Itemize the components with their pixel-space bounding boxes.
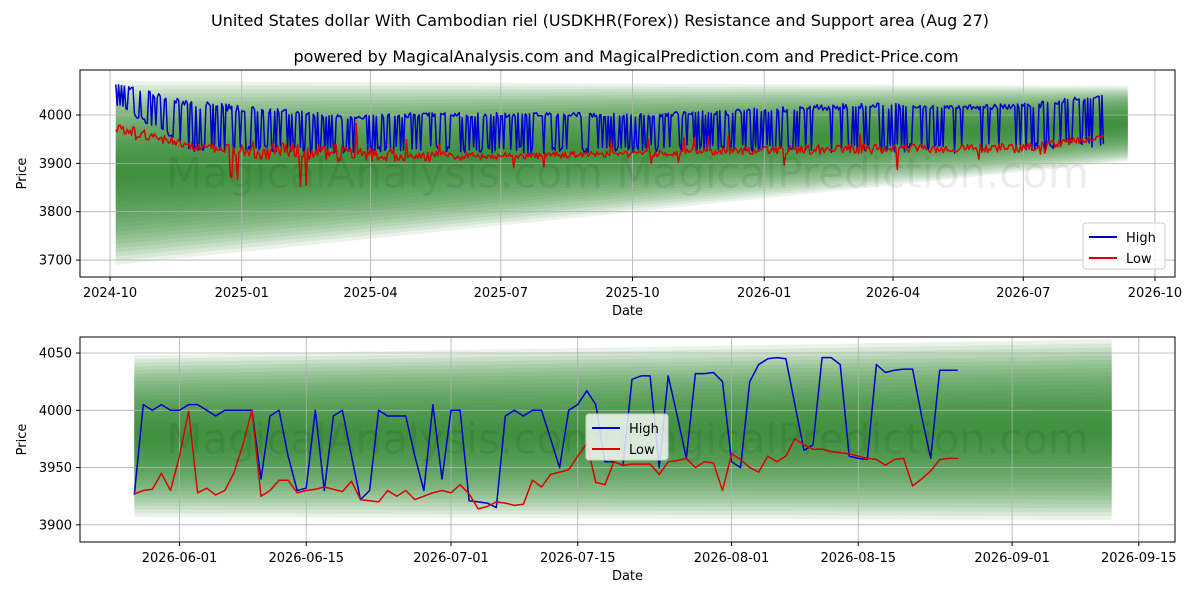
x-tick-label: 2026-07-15 xyxy=(540,551,616,566)
x-tick-label: 2026-06-01 xyxy=(142,551,218,566)
x-tick-label: 2025-04 xyxy=(343,286,397,301)
x-tick-label: 2025-01 xyxy=(215,286,269,301)
legend-box xyxy=(1082,222,1166,270)
x-axis-label: Date xyxy=(612,569,643,584)
x-tick-label: 2026-04 xyxy=(866,286,920,301)
y-tick-label: 3900 xyxy=(39,157,72,172)
x-tick-label: 2026-08-15 xyxy=(820,551,896,566)
x-tick-label: 2026-07 xyxy=(996,286,1050,301)
legend: High Low xyxy=(585,413,669,461)
x-tick-label: 2026-10 xyxy=(1128,286,1182,301)
y-tick-label: 4000 xyxy=(39,404,72,419)
y-tick-label: 3950 xyxy=(39,461,72,476)
x-tick-label: 2026-09-01 xyxy=(974,551,1050,566)
legend-label-high: High xyxy=(1126,231,1156,246)
x-tick-label: 2026-01 xyxy=(737,286,791,301)
x-tick-label: 2026-06-15 xyxy=(268,551,344,566)
x-tick-label: 2025-10 xyxy=(605,286,659,301)
legend-label-low: Low xyxy=(629,443,655,458)
legend-box xyxy=(585,413,669,461)
x-axis-label: Date xyxy=(612,304,643,319)
y-tick-label: 3900 xyxy=(39,518,72,533)
y-axis-label: Price xyxy=(15,158,30,190)
y-tick-label: 4050 xyxy=(39,347,72,362)
y-tick-label: 4000 xyxy=(39,108,72,123)
y-tick-label: 3800 xyxy=(39,205,72,220)
legend-label-high: High xyxy=(629,422,659,437)
chart-subtitle: powered by MagicalAnalysis.com and Magic… xyxy=(293,47,958,66)
figure: United States dollar With Cambodian riel… xyxy=(0,0,1200,600)
legend: High Low xyxy=(1082,222,1166,270)
x-tick-label: 2025-07 xyxy=(474,286,528,301)
chart-title: United States dollar With Cambodian riel… xyxy=(211,11,989,30)
y-axis-label: Price xyxy=(15,424,30,456)
y-tick-label: 3700 xyxy=(39,254,72,269)
x-tick-label: 2026-09-15 xyxy=(1101,551,1177,566)
x-tick-label: 2026-07-01 xyxy=(413,551,489,566)
x-tick-label: 2026-08-01 xyxy=(694,551,770,566)
watermark: MagicalAnalysis.com MagicalPrediction.co… xyxy=(166,149,1089,198)
x-tick-label: 2024-10 xyxy=(83,286,137,301)
legend-label-low: Low xyxy=(1126,252,1152,267)
